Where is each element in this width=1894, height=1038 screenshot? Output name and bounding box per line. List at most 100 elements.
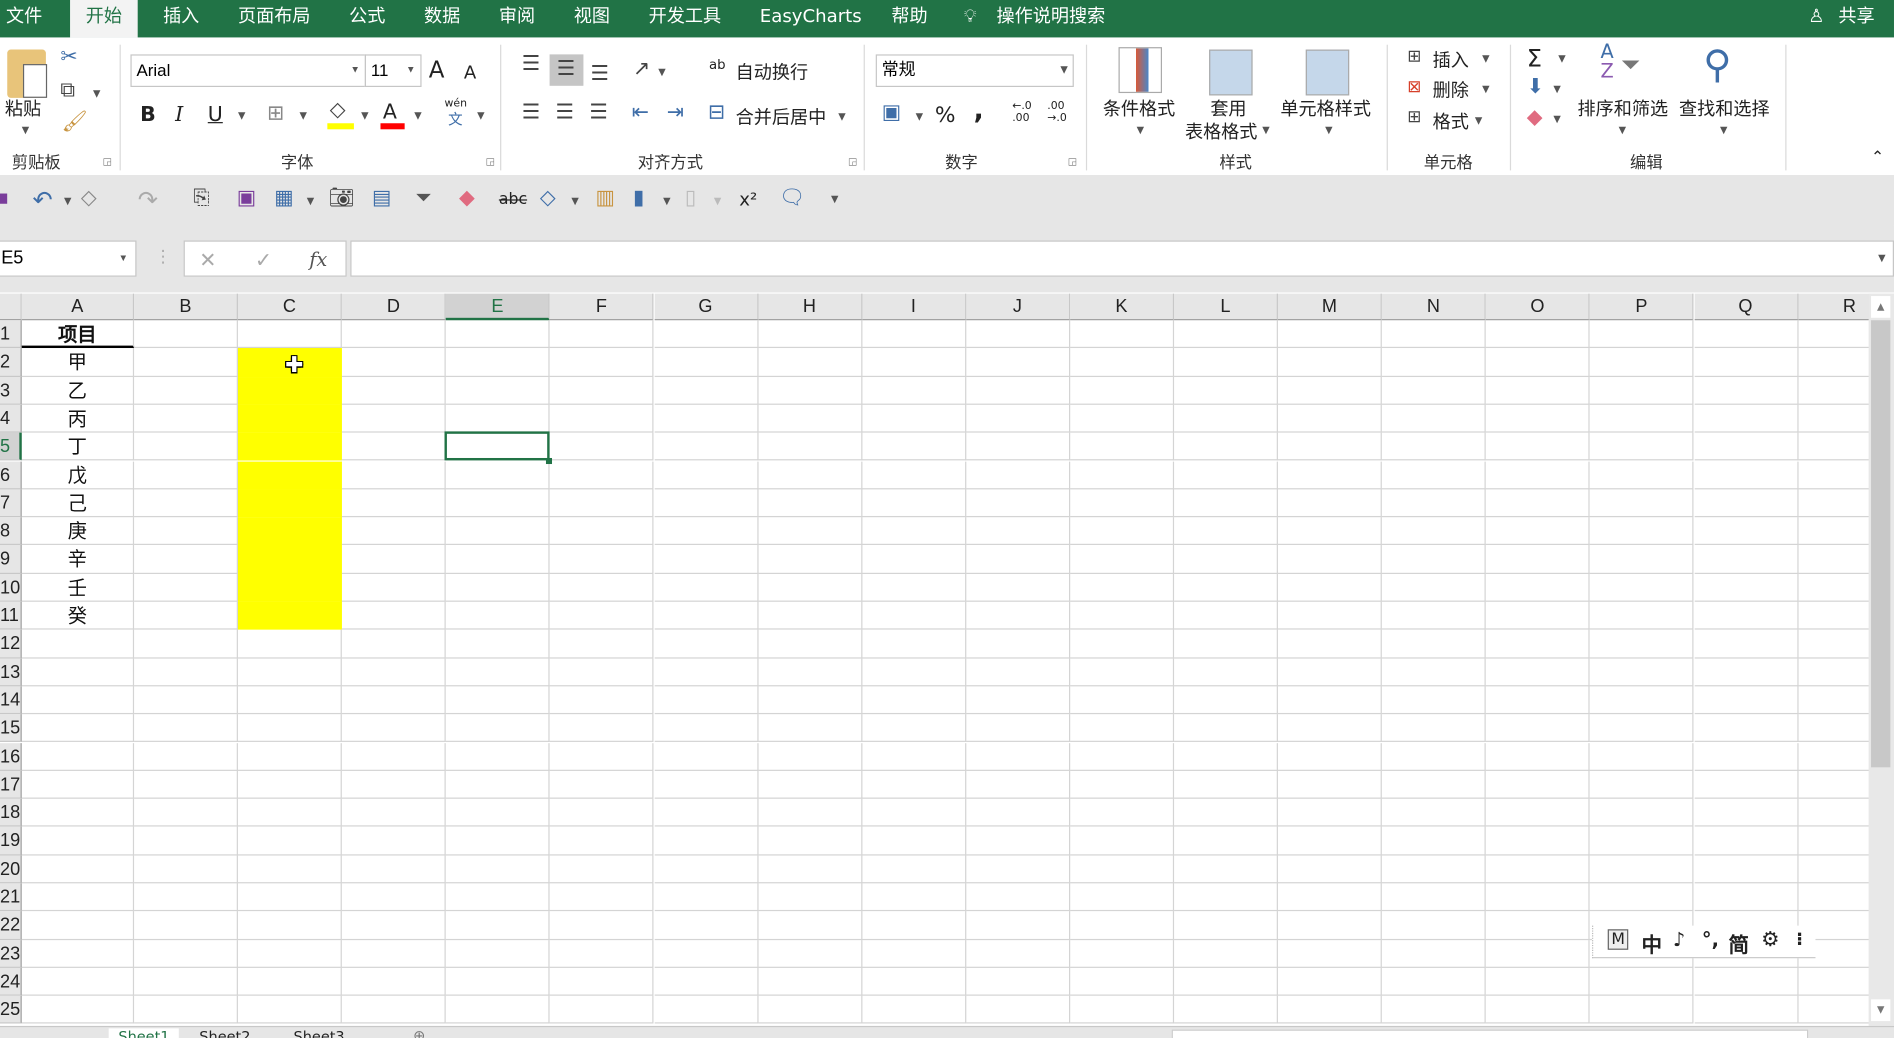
cell-O6[interactable] (1486, 461, 1591, 490)
cell-F21[interactable] (550, 883, 655, 912)
cell-J21[interactable] (966, 883, 1071, 912)
cell-D19[interactable] (342, 827, 447, 856)
increase-font-button[interactable]: A (429, 57, 445, 84)
row-header-22[interactable]: 22 (0, 911, 22, 940)
cell-P16[interactable] (1590, 742, 1695, 771)
camera-icon[interactable]: 📷︎ (329, 188, 355, 210)
increase-decimal-button[interactable]: ←.0 .00 (1012, 100, 1036, 124)
cell-O2[interactable] (1486, 348, 1591, 377)
copy-icon[interactable]: ⧉ (60, 80, 75, 102)
cell-D3[interactable] (342, 376, 447, 405)
cell-M12[interactable] (1278, 629, 1383, 659)
cell-F23[interactable] (550, 939, 655, 968)
cell-I17[interactable] (862, 770, 967, 799)
cell-C10[interactable] (238, 573, 343, 602)
cell-G25[interactable] (654, 995, 759, 1025)
cell-P18[interactable] (1590, 798, 1695, 828)
cell-J8[interactable] (966, 517, 1071, 546)
cell-E16[interactable] (446, 742, 551, 771)
cell-D5[interactable] (342, 432, 447, 461)
cell-H16[interactable] (758, 742, 863, 771)
cell-F6[interactable] (550, 461, 655, 490)
scroll-down-button[interactable]: ▼ (1871, 999, 1891, 1022)
cell-D2[interactable] (342, 348, 447, 377)
italic-button[interactable]: I (175, 103, 183, 127)
cell-C11[interactable] (238, 601, 343, 630)
cell-E3[interactable] (446, 376, 551, 405)
row-header-6[interactable]: 6 (0, 461, 22, 490)
cell-M15[interactable] (1278, 714, 1383, 743)
cell-M13[interactable] (1278, 658, 1383, 687)
cell-P8[interactable] (1590, 517, 1695, 546)
cell-M8[interactable] (1278, 517, 1383, 546)
cell-D1[interactable] (342, 320, 447, 349)
cell-G11[interactable] (654, 601, 759, 630)
cell-E9[interactable] (446, 545, 551, 574)
cell-G12[interactable] (654, 629, 759, 659)
cell-N11[interactable] (1382, 601, 1487, 630)
cell-D6[interactable] (342, 461, 447, 490)
cell-A25[interactable] (21, 995, 135, 1025)
cell-C25[interactable] (238, 995, 343, 1025)
cell-O20[interactable] (1486, 855, 1591, 884)
cell-C1[interactable] (238, 320, 343, 349)
cell-H8[interactable] (758, 517, 863, 546)
cell-O5[interactable] (1486, 432, 1591, 461)
cell-F25[interactable] (550, 995, 655, 1025)
cell-B16[interactable] (134, 742, 239, 771)
cell-C7[interactable] (238, 489, 343, 518)
cell-C16[interactable] (238, 742, 343, 771)
undo-icon[interactable]: ↶ (33, 187, 53, 211)
row-header-15[interactable]: 15 (0, 714, 22, 743)
cell-K5[interactable] (1070, 432, 1175, 461)
cell-L16[interactable] (1174, 742, 1279, 771)
cell-M10[interactable] (1278, 573, 1383, 602)
cell-D24[interactable] (342, 967, 447, 996)
cell-N18[interactable] (1382, 798, 1487, 828)
cell-J19[interactable] (966, 827, 1071, 856)
cell-B12[interactable] (134, 629, 239, 659)
row-header-4[interactable]: 4 (0, 404, 22, 433)
column-header-E[interactable]: E (446, 293, 551, 321)
cell-A22[interactable] (21, 911, 135, 940)
cell-A13[interactable] (21, 658, 135, 687)
cell-J3[interactable] (966, 376, 1071, 405)
cell-F14[interactable] (550, 686, 655, 715)
cell-M6[interactable] (1278, 461, 1383, 490)
cell-L5[interactable] (1174, 432, 1279, 461)
cell-G13[interactable] (654, 658, 759, 687)
cell-N8[interactable] (1382, 517, 1487, 546)
cell-L10[interactable] (1174, 573, 1279, 602)
cell-H12[interactable] (758, 629, 863, 659)
cell-B5[interactable] (134, 432, 239, 461)
cell-M23[interactable] (1278, 939, 1383, 968)
tab-formulas[interactable]: 公式 (349, 0, 385, 37)
row-header-25[interactable]: 25 (0, 995, 22, 1025)
cell-J4[interactable] (966, 404, 1071, 433)
cell-D9[interactable] (342, 545, 447, 574)
cell-M5[interactable] (1278, 432, 1383, 461)
delete-cells-button[interactable]: 删除 (1433, 77, 1469, 102)
cell-N23[interactable] (1382, 939, 1487, 968)
cell-H11[interactable] (758, 601, 863, 630)
font-color-button[interactable]: A (383, 100, 397, 124)
cell-B2[interactable] (134, 348, 239, 377)
cell-Q6[interactable] (1694, 461, 1799, 490)
cell-E13[interactable] (446, 658, 551, 687)
cell-H10[interactable] (758, 573, 863, 602)
cell-K7[interactable] (1070, 489, 1175, 518)
ime-punctuation-button[interactable]: °, (1702, 928, 1719, 951)
cell-M18[interactable] (1278, 798, 1383, 828)
cell-I20[interactable] (862, 855, 967, 884)
cell-P20[interactable] (1590, 855, 1695, 884)
cell-C5[interactable] (238, 432, 343, 461)
cell-A12[interactable] (21, 629, 135, 659)
font-launcher-icon[interactable]: ◲ (486, 156, 495, 167)
cell-E18[interactable] (446, 798, 551, 828)
cell-M3[interactable] (1278, 376, 1383, 405)
cell-P13[interactable] (1590, 658, 1695, 687)
tab-easycharts[interactable]: EasyCharts (760, 0, 862, 37)
tab-home[interactable]: 开始 (70, 0, 138, 38)
row-header-17[interactable]: 17 (0, 770, 22, 799)
cell-B1[interactable] (134, 320, 239, 349)
